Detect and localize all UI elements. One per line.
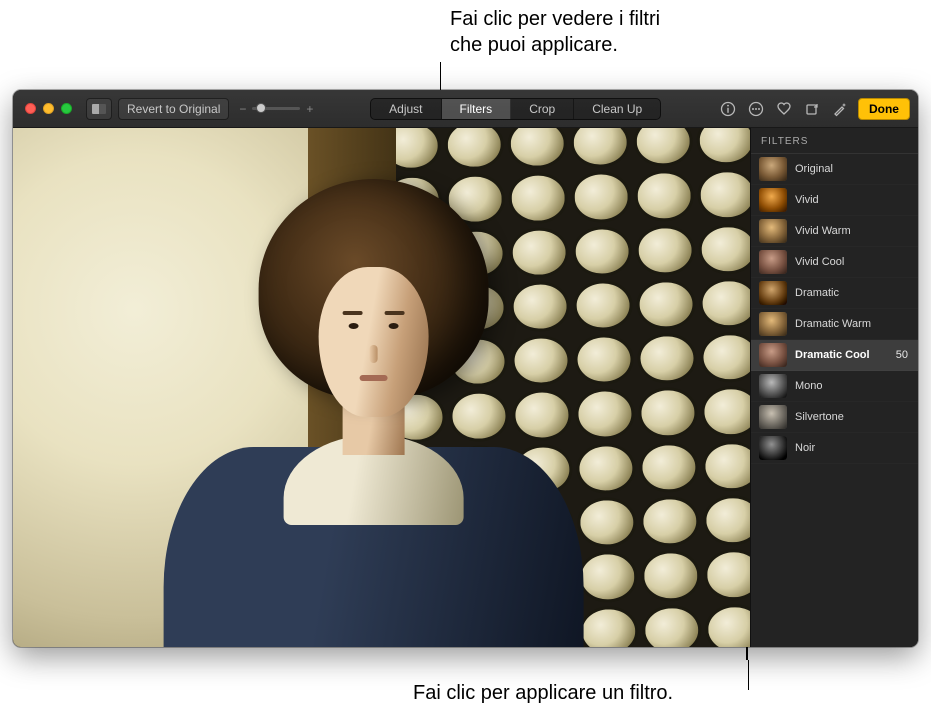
tab-adjust-label: Adjust: [389, 102, 422, 116]
zoom-out-icon: −: [239, 102, 246, 116]
filter-thumbnail: [759, 281, 787, 305]
done-button-label: Done: [869, 102, 899, 116]
filter-item-noir[interactable]: Noir: [751, 433, 918, 464]
photos-edit-window: Revert to Original − + Adjust Filters Cr…: [13, 90, 918, 647]
more-icon[interactable]: [746, 99, 766, 119]
callout-bottom-line-v: [748, 660, 749, 690]
done-button[interactable]: Done: [858, 98, 910, 120]
auto-enhance-icon[interactable]: [830, 99, 850, 119]
filter-label: Original: [795, 163, 910, 175]
filter-item-vivid[interactable]: Vivid: [751, 185, 918, 216]
filter-item-dramatic-warm[interactable]: Dramatic Warm: [751, 309, 918, 340]
tab-crop-label: Crop: [529, 102, 555, 116]
filter-thumbnail: [759, 250, 787, 274]
rotate-icon[interactable]: [802, 99, 822, 119]
split-view-icon: [92, 104, 106, 114]
filter-thumbnail: [759, 312, 787, 336]
filters-sidebar: FILTERS Original Vivid Vivid Warm Vivid Coo…: [750, 128, 918, 647]
view-mode-toggle[interactable]: [86, 98, 112, 120]
toolbar-right: Done: [718, 98, 910, 120]
filter-item-dramatic-cool[interactable]: Dramatic Cool 50: [751, 340, 918, 371]
filter-label: Dramatic Cool: [795, 349, 888, 361]
tab-adjust[interactable]: Adjust: [371, 99, 441, 119]
filter-thumbnail: [759, 219, 787, 243]
tab-crop[interactable]: Crop: [511, 99, 574, 119]
filter-label: Vivid: [795, 194, 910, 206]
minimize-window-icon[interactable]: [43, 103, 54, 114]
filter-intensity-value: 50: [896, 349, 910, 361]
tab-cleanup-label: Clean Up: [592, 102, 642, 116]
photo-content: [13, 128, 750, 647]
tab-cleanup[interactable]: Clean Up: [574, 99, 660, 119]
filter-label: Mono: [795, 380, 910, 392]
filter-item-vivid-cool[interactable]: Vivid Cool: [751, 247, 918, 278]
window-controls[interactable]: [25, 103, 72, 114]
info-icon[interactable]: [718, 99, 738, 119]
filter-label: Vivid Warm: [795, 225, 910, 237]
filter-label: Vivid Cool: [795, 256, 910, 268]
filter-thumbnail: [759, 157, 787, 181]
photo-canvas[interactable]: [13, 128, 750, 647]
revert-button-label: Revert to Original: [127, 102, 220, 116]
callout-bottom: Fai clic per applicare un filtro.: [413, 680, 673, 706]
window-body: FILTERS Original Vivid Vivid Warm Vivid Coo…: [13, 128, 918, 647]
favorite-icon[interactable]: [774, 99, 794, 119]
revert-button[interactable]: Revert to Original: [118, 98, 229, 120]
tab-filters[interactable]: Filters: [442, 99, 512, 119]
filter-label: Silvertone: [795, 411, 910, 423]
edit-mode-tabs: Adjust Filters Crop Clean Up: [370, 98, 661, 120]
filter-label: Noir: [795, 442, 910, 454]
tab-filters-label: Filters: [460, 102, 493, 116]
zoom-in-icon: +: [306, 102, 313, 116]
toolbar: Revert to Original − + Adjust Filters Cr…: [13, 90, 918, 128]
filter-thumbnail: [759, 188, 787, 212]
fullscreen-window-icon[interactable]: [61, 103, 72, 114]
filter-item-dramatic[interactable]: Dramatic: [751, 278, 918, 309]
filters-sidebar-title: FILTERS: [751, 128, 918, 154]
filter-item-mono[interactable]: Mono: [751, 371, 918, 402]
close-window-icon[interactable]: [25, 103, 36, 114]
zoom-slider[interactable]: − +: [239, 102, 313, 116]
filter-thumbnail: [759, 374, 787, 398]
filter-item-original[interactable]: Original: [751, 154, 918, 185]
zoom-knob[interactable]: [256, 103, 266, 113]
filter-thumbnail: [759, 436, 787, 460]
zoom-track[interactable]: [252, 107, 300, 110]
filter-item-vivid-warm[interactable]: Vivid Warm: [751, 216, 918, 247]
filter-item-silvertone[interactable]: Silvertone: [751, 402, 918, 433]
filters-list: Original Vivid Vivid Warm Vivid Cool Dramati…: [751, 154, 918, 647]
callout-top: Fai clic per vedere i filtri che puoi ap…: [450, 6, 660, 58]
filter-thumbnail: [759, 405, 787, 429]
filter-label: Dramatic Warm: [795, 318, 910, 330]
filter-thumbnail: [759, 343, 787, 367]
filter-label: Dramatic: [795, 287, 910, 299]
